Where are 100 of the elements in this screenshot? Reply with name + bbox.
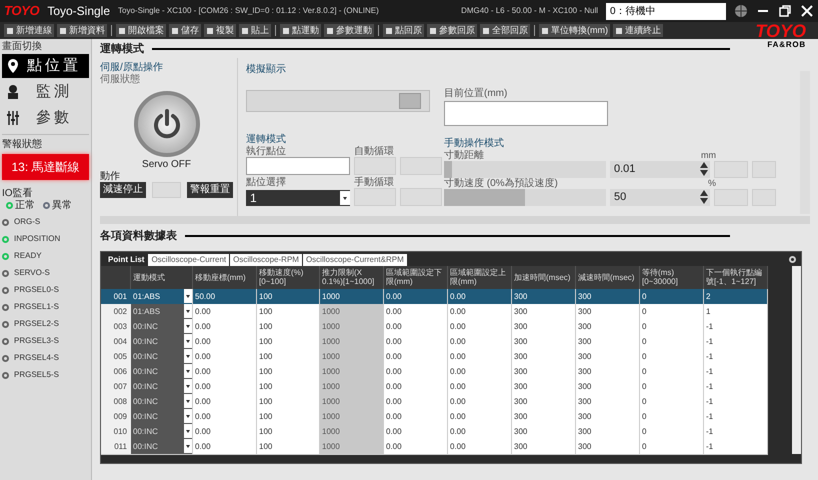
group-heading: 模擬顯示 [246,64,287,76]
app-name: Toyo-Single [47,3,110,20]
toolbar-button[interactable]: 連續終止 [613,24,663,37]
blank-button[interactable] [354,188,396,206]
table-row[interactable]: 001 01:ABS 50.00 100 1000 0.00 0.00 300 300 0 2 [101,288,768,304]
section-heading: 各項資料數據表 [100,228,177,244]
pin-icon [6,58,20,74]
table-cell: 1000 [320,318,384,334]
nav-item[interactable]: 點位置 [2,54,89,78]
blank-button[interactable] [714,160,748,178]
toolbar-button[interactable]: 儲存 [169,24,201,37]
brand-tagline: FA&ROB [767,39,806,51]
field-label: 動作 [100,170,121,182]
group-heading: 運轉模式 [246,134,287,146]
row-number: 006 [101,364,131,380]
tool-icon [6,26,14,34]
dropdown-caret-icon [340,190,350,204]
toolbar-button[interactable]: 複製 [204,24,236,37]
blank-button[interactable] [400,188,442,206]
toolbar-button[interactable]: 新增資料 [57,24,107,37]
tool-icon [385,26,393,34]
row-number: 010 [101,424,131,440]
table-cell: 0.00 [384,438,448,454]
number-field[interactable]: 0.01 [610,160,710,178]
blank-button[interactable] [354,156,396,174]
toolbar-button[interactable]: 開啟檔案 [116,24,166,37]
toolbar-button[interactable]: 貼上 [239,24,271,37]
toolbar-button[interactable]: 全部回原 [480,24,530,37]
row-number: 005 [101,348,131,364]
table-cell: 1000 [320,424,384,440]
toolbar-button[interactable]: 參數運動 [324,24,374,37]
row-number: 007 [101,378,131,394]
blank-button[interactable] [752,188,776,206]
table-cell: 0 [640,438,704,454]
point-field[interactable] [246,156,350,174]
servo-status: Servo OFF [141,158,192,170]
nav-item[interactable]: 參數 [2,106,89,130]
horizontal-scrollbar[interactable] [100,216,810,224]
action-button[interactable]: 警報重置 [187,182,233,198]
spinner-icon [700,190,708,204]
blank-button[interactable] [752,160,776,178]
alarm-banner: 13: 馬達斷線 [2,154,89,180]
table-tab[interactable]: Oscilloscope-Current&RPM [302,254,407,266]
unit-label: % [708,178,716,188]
toolbar-button[interactable]: 點運動 [280,24,321,37]
tool-icon [429,26,437,34]
person-icon [6,84,20,100]
field-label: 點位選擇 [246,176,287,188]
row-number: 003 [101,318,131,334]
table-cell: 1000 [320,334,384,350]
toolbar-button[interactable]: 點回原 [383,24,424,37]
logo: TOYO [4,2,40,20]
table-cell: 300 [576,438,640,454]
table-cell: 0.00 [448,438,512,454]
signal-label: PRGSEL4-S [14,353,59,363]
tool-icon [282,26,290,34]
signal-label: PRGSEL2-S [14,319,59,329]
blank-button[interactable] [714,188,748,206]
tool-icon [482,26,490,34]
slider-track[interactable] [444,160,606,178]
slider-track[interactable] [444,188,606,206]
tool-icon [615,26,623,34]
row-number: 009 [101,408,131,424]
signal-label: ORG-S [14,217,40,227]
restore-icon[interactable] [778,4,792,18]
legend-label: 異常 [52,200,72,211]
point-dropdown[interactable]: 1 [246,190,350,206]
gear-icon[interactable] [788,254,797,264]
table-cell: -1 [704,438,768,454]
table-cell: 1000 [320,364,384,380]
toolbar-button[interactable]: 單位轉換(mm) [539,24,610,37]
field-label: 伺服狀態 [100,74,141,84]
sliders-icon [6,110,20,126]
action-button[interactable]: 減速停止 [100,182,146,198]
table-cell: 1000 [320,304,384,320]
table-tab[interactable]: Oscilloscope-RPM [230,254,302,266]
group-heading: 手動操作模式 [444,138,505,150]
signal-label: SERVO-S [14,268,50,278]
row-number: 004 [101,334,131,350]
blank-button[interactable] [400,156,442,174]
toolbar-button[interactable]: 參數回原 [427,24,477,37]
brand-logo: TOYO [755,23,806,39]
nav-item[interactable]: 監測 [2,80,89,104]
table-cell: 1000 [320,408,384,424]
toolbar-button[interactable]: 新增連線 [4,24,54,37]
signal-label: PRGSEL3-S [14,336,59,346]
unit-label: mm [701,150,716,160]
globe-icon[interactable] [734,4,748,18]
table-cell: 1000 [320,348,384,364]
alarm-heading: 警報狀態 [2,139,43,150]
table-tab[interactable]: Oscilloscope-Current [148,254,230,266]
vertical-scrollbar[interactable] [792,266,801,454]
signal-label: PRGSEL1-S [14,302,59,312]
close-icon[interactable] [800,4,814,18]
table-cell: 1000 [320,394,384,410]
field-label: 自動循環 [354,146,395,156]
blank-button[interactable] [152,182,181,198]
sidebar-heading: 畫面切換 [2,41,43,52]
table-cell: 1000 [320,438,384,454]
number-field[interactable]: 50 [610,188,710,206]
